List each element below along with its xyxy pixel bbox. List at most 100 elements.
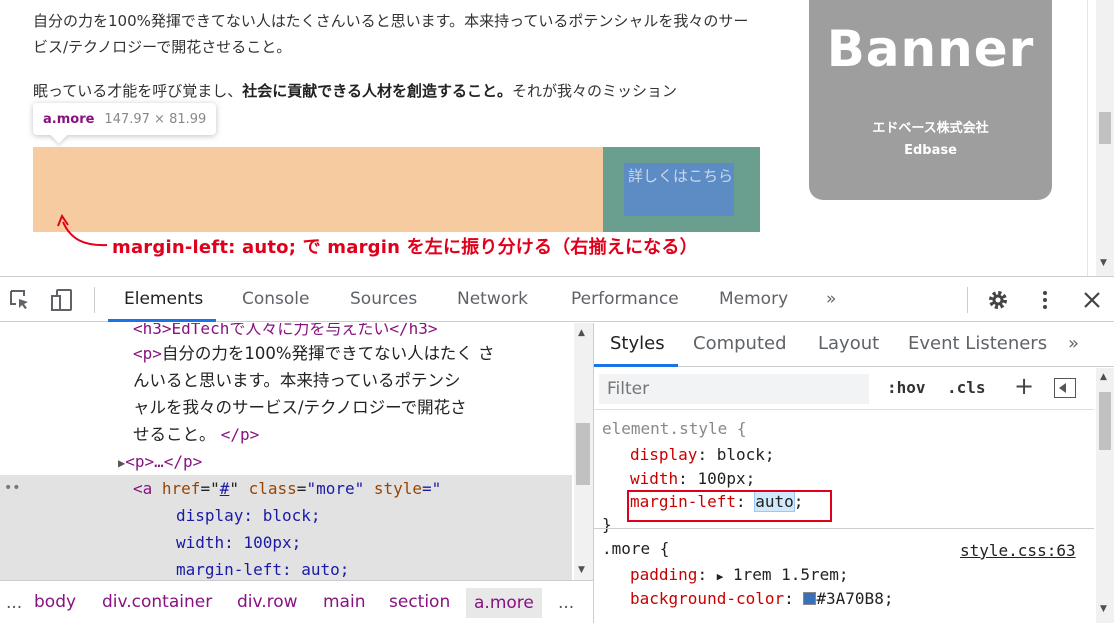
a-tag-name: <a [133, 479, 153, 498]
elements-tree[interactable]: <h3>EdTechで人々に力を与えたい</h3> <p>自分の力を100%発揮… [0, 323, 593, 580]
sidebar-more-tabs-button[interactable]: » [1068, 333, 1079, 354]
mission-paragraph-1: 自分の力を100%発揮できてない人はたくさんいると思います。本来持っているポテン… [33, 12, 749, 56]
breadcrumb-overflow-left[interactable]: ... [6, 593, 22, 613]
cls-toggle-button[interactable]: .cls [947, 378, 986, 397]
annotation-arrow-icon [57, 213, 108, 247]
p-text-line-4: せること。 </p> [133, 421, 593, 448]
declaration-background-color[interactable]: background-color: #3A70B8; [630, 587, 893, 611]
tree-node-p[interactable]: <p>自分の力を100%発揮できてない人はたく さ [133, 340, 593, 367]
styles-pane: Styles Computed Layout Event Listeners »… [594, 323, 1114, 623]
href-value[interactable]: # [220, 479, 230, 498]
tab-console[interactable]: Console [242, 289, 310, 309]
devtools-panel: Elements Console Sources Network Perform… [0, 276, 1114, 623]
decl-width-prop[interactable]: width [630, 469, 678, 488]
expand-shorthand-icon[interactable]: ▶ [717, 570, 724, 583]
collapsed-p-tag: <p>…</p> [125, 452, 203, 471]
decl-bg-prop[interactable]: background-color [630, 589, 784, 608]
toggle-computed-sidebar-icon[interactable] [1054, 378, 1076, 398]
page-viewport: 自分の力を100%発揮できてない人はたくさんいると思います。本来持っているポテン… [0, 0, 1114, 276]
h3-node-text: <h3>EdTechで人々に力を与えたい</h3> [133, 323, 438, 338]
inspect-element-icon[interactable] [8, 288, 32, 312]
scroll-up-icon[interactable]: ▲ [1100, 372, 1107, 382]
more-tabs-button[interactable]: » [826, 289, 836, 309]
style-line-2: width: 100px; [176, 533, 302, 552]
href-attr: href [161, 479, 201, 498]
p-text-line-3: ャルを我々のサービス/テクノロジーで開花さ [133, 398, 467, 417]
paragraph-2-lead: 眠っている才能を呼び覚まし、 [33, 82, 243, 100]
active-tab-indicator [108, 319, 216, 322]
p-text-line-2: んいると思います。本来持っているポテンシ [133, 371, 461, 390]
tab-computed[interactable]: Computed [693, 333, 787, 354]
scroll-down-icon[interactable]: ▼ [1100, 604, 1107, 614]
viewport-scrollbar-thumb[interactable] [1099, 112, 1111, 144]
breadcrumb-section[interactable]: section [389, 592, 450, 612]
row-dots: •• [4, 480, 21, 496]
breadcrumb-body[interactable]: body [34, 592, 76, 612]
hov-toggle-button[interactable]: :hov [887, 378, 926, 397]
tab-performance[interactable]: Performance [571, 289, 679, 309]
elements-scrollbar-thumb[interactable] [576, 423, 590, 485]
decl-padding-prop[interactable]: padding [630, 565, 697, 584]
decl-padding-value[interactable]: 1rem 1.5rem; [733, 565, 849, 584]
breadcrumb-main[interactable]: main [323, 592, 365, 612]
sidebar-tabs: Styles Computed Layout Event Listeners » [594, 323, 1114, 367]
declaration-padding[interactable]: padding: ▶ 1rem 1.5rem; [630, 563, 849, 587]
class-attr: class [248, 479, 297, 498]
banner[interactable]: Banner エドベース株式会社 Edbase [809, 0, 1052, 200]
styles-scrollbar-thumb[interactable] [1099, 392, 1111, 450]
tooltip-selector: a.more [43, 111, 95, 127]
more-link[interactable]: 詳しくはこちら [628, 164, 734, 188]
breadcrumb-div-container[interactable]: div.container [102, 592, 212, 612]
kebab-menu-icon[interactable] [1033, 288, 1057, 312]
p-text-end: せること。 [133, 425, 216, 444]
more-rule-selector: .more { [602, 539, 670, 558]
inspect-tooltip: a.more 147.97 × 81.99 [33, 103, 217, 144]
element-style-close-brace: } [602, 515, 612, 534]
decl-display-prop[interactable]: display [630, 445, 697, 464]
style-line-1: display: block; [176, 506, 321, 525]
banner-title: Banner [826, 20, 1035, 78]
breadcrumb-a-more[interactable]: a.more [466, 588, 542, 618]
scroll-down-icon[interactable]: ▼ [578, 565, 585, 575]
style-source-link[interactable]: style.css:63 [960, 539, 1076, 563]
new-style-rule-button[interactable]: + [1014, 372, 1034, 400]
declaration-width[interactable]: width: 100px; [630, 467, 755, 491]
breadcrumb: ... body div.container div.row main sect… [0, 580, 593, 623]
annotation-text: margin-left: auto; で margin を左に振り分ける（右揃え… [112, 237, 698, 258]
paragraph-2-bold: 社会に貢献できる人材を創造すること。 [242, 82, 512, 100]
tab-elements[interactable]: Elements [124, 289, 203, 309]
declaration-display[interactable]: display: block; [630, 443, 775, 467]
decl-bg-value[interactable]: #3A70B8; [816, 589, 893, 608]
a-open-tag: <a href="#" class="more" style=" [133, 479, 442, 498]
style-line-3: margin-left: auto; [176, 560, 350, 579]
tab-styles[interactable]: Styles [610, 333, 665, 354]
highlight-annotation-box [627, 490, 832, 522]
p-open-tag: <p> [133, 344, 162, 363]
device-toolbar-icon[interactable] [50, 288, 74, 312]
mission-paragraph-2: 眠っている才能を呼び覚まし、社会に貢献できる人材を創造すること。それが我々のミッ… [33, 78, 763, 104]
settings-gear-icon[interactable] [986, 288, 1010, 312]
toolbar-separator [94, 287, 95, 313]
tab-memory[interactable]: Memory [719, 289, 788, 309]
breadcrumb-overflow-right[interactable]: ... [558, 593, 574, 613]
tab-sources[interactable]: Sources [350, 289, 417, 309]
tab-network[interactable]: Network [457, 289, 528, 309]
scroll-down-icon[interactable]: ▼ [1100, 258, 1107, 268]
decl-display-value[interactable]: block; [717, 445, 775, 464]
p-text-line-1: 自分の力を100%発揮できてない人はたく さ [161, 344, 495, 363]
styles-filter-input[interactable] [599, 374, 869, 404]
tab-layout[interactable]: Layout [818, 333, 879, 354]
paragraph-2-tail: それが我々のミッション [511, 82, 677, 100]
class-value: "more" [306, 479, 365, 498]
scroll-up-icon[interactable]: ▲ [578, 328, 585, 338]
tab-event-listeners[interactable]: Event Listeners [908, 333, 1047, 354]
color-swatch-icon[interactable] [803, 592, 817, 605]
element-style-selector: element.style { [602, 419, 747, 438]
tree-node-p-collapsed[interactable]: ▶<p>…</p> [118, 448, 593, 475]
toolbar-separator [967, 287, 968, 313]
devtools-tabbar: Elements Console Sources Network Perform… [0, 277, 1114, 322]
margin-highlight [33, 147, 603, 232]
decl-width-value[interactable]: 100px; [697, 469, 755, 488]
breadcrumb-div-row[interactable]: div.row [237, 592, 298, 612]
close-icon[interactable] [1080, 288, 1104, 312]
